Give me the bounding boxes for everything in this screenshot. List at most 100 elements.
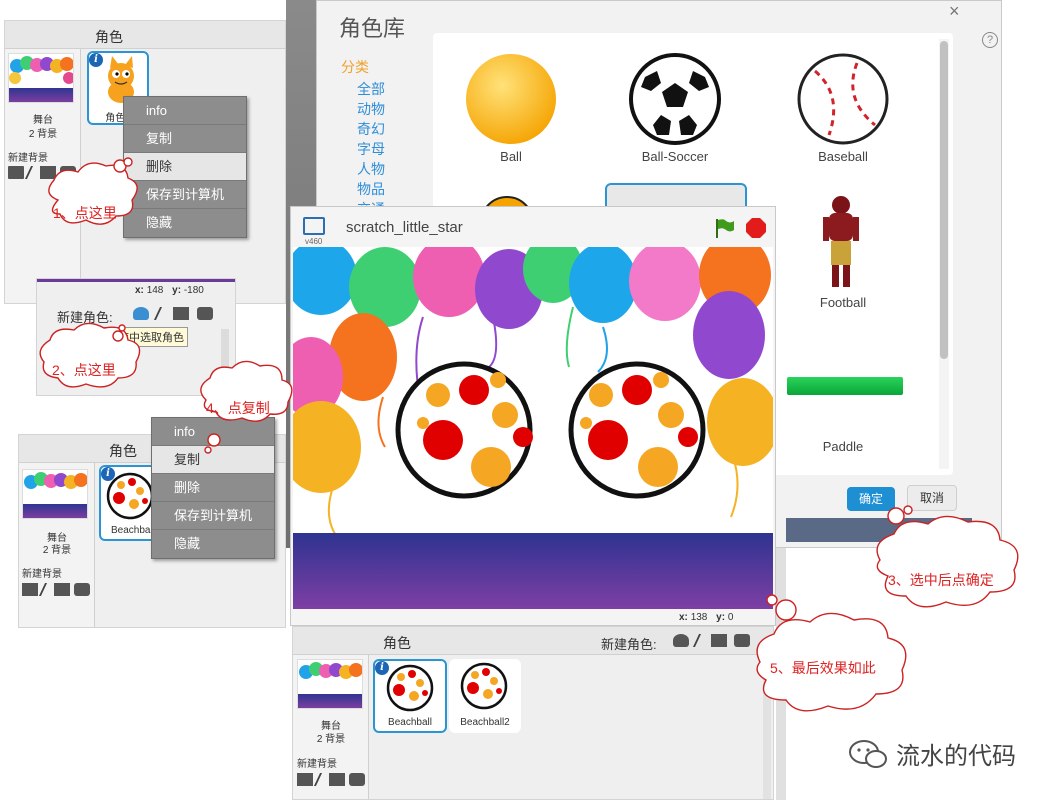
upload-icon[interactable] xyxy=(54,583,70,596)
green-flag-icon[interactable] xyxy=(713,217,735,239)
beachball-sprite-icon xyxy=(106,472,154,520)
soccer-ball-label[interactable]: Ball-Soccer xyxy=(615,149,735,164)
coord-y: -180 xyxy=(183,285,204,296)
category-letters[interactable]: 字母 xyxy=(357,139,385,159)
version-label: v460 xyxy=(305,237,323,246)
coords-readout: x: 148 y: -180 xyxy=(135,285,204,296)
beachball-sprite-icon xyxy=(460,662,508,710)
stage-bottom-bar xyxy=(37,279,235,282)
stop-icon[interactable] xyxy=(745,217,767,239)
category-things[interactable]: 物品 xyxy=(357,179,385,199)
category-animals[interactable]: 动物 xyxy=(357,99,385,119)
sprite-pane-4: 角色 新建角色: 舞台 2 背景 新建背景 i Beachball Beachb… xyxy=(292,626,774,800)
stage-thumbnail[interactable] xyxy=(8,53,74,103)
paddle-thumbnail[interactable] xyxy=(787,377,903,395)
close-icon[interactable]: × xyxy=(949,1,960,22)
sprite-pane-2-scroll[interactable] xyxy=(221,329,229,389)
ball-label[interactable]: Ball xyxy=(451,149,571,164)
paint-brush-icon[interactable] xyxy=(38,583,54,596)
stage-backdrop-count: 2 背景 xyxy=(316,734,346,745)
annotation-4: 4、点复制 xyxy=(206,400,270,416)
camera-icon[interactable] xyxy=(74,583,90,596)
sprite-tile-beachball2[interactable]: Beachball2 xyxy=(449,659,521,733)
wechat-icon xyxy=(849,739,887,768)
sprite-tile-beachball[interactable]: i Beachball xyxy=(373,659,447,733)
help-icon[interactable]: ? xyxy=(982,32,998,48)
menu-item-delete[interactable]: 删除 xyxy=(152,474,274,502)
upload-icon[interactable] xyxy=(329,773,345,786)
camera-icon[interactable] xyxy=(197,307,213,320)
watermark-text: 流水的代码 xyxy=(896,742,1016,770)
backdrop-tools xyxy=(8,166,76,179)
football-player-thumbnail[interactable] xyxy=(811,193,871,293)
menu-item-hide[interactable]: 隐藏 xyxy=(152,530,274,558)
menu-item-delete[interactable]: 删除 xyxy=(124,153,246,181)
image-icon[interactable] xyxy=(22,583,38,596)
backdrop-tools xyxy=(22,583,90,596)
new-sprite-tools xyxy=(673,634,750,647)
upload-icon[interactable] xyxy=(173,307,189,320)
menu-item-info[interactable]: info xyxy=(152,418,274,446)
stage-thumbnail-3[interactable] xyxy=(22,469,88,519)
coord-x: 148 xyxy=(146,285,164,296)
paint-brush-icon[interactable] xyxy=(153,307,169,320)
baseball-label[interactable]: Baseball xyxy=(783,149,903,164)
stage-backdrop-count: 2 背景 xyxy=(42,545,72,556)
sprite-library-icon[interactable] xyxy=(133,307,149,320)
new-backdrop-label: 新建背景 xyxy=(297,759,337,770)
stage-label: 舞台 xyxy=(33,115,53,126)
category-people[interactable]: 人物 xyxy=(357,159,385,179)
stage-window: v460 scratch_little_star x: 138 y: 0 xyxy=(290,206,776,626)
beachball-sprite-icon xyxy=(386,664,434,712)
beachball-sprite-2[interactable] xyxy=(568,361,706,499)
sprite-pane-1-title: 角色 xyxy=(95,29,123,45)
menu-item-duplicate[interactable]: 复制 xyxy=(124,125,246,153)
fullscreen-icon[interactable] xyxy=(303,217,325,235)
sprite-tile-beachball[interactable]: i Beachball xyxy=(99,465,159,541)
new-sprite-label: 新建角色: xyxy=(57,310,113,325)
image-icon[interactable] xyxy=(8,166,24,179)
camera-icon[interactable] xyxy=(734,634,750,647)
upload-icon[interactable] xyxy=(40,166,56,179)
sprite-library-icon[interactable] xyxy=(673,634,689,647)
sprite-pane-3-title: 角色 xyxy=(109,443,137,459)
category-list: 全部 动物 奇幻 字母 人物 物品 交通 xyxy=(357,79,385,219)
soccer-ball-thumbnail[interactable] xyxy=(625,49,725,149)
stage-canvas[interactable] xyxy=(293,247,773,609)
sprite-pane-4-header: 角色 新建角色: xyxy=(293,627,773,655)
annotation-1: 1、点这里 xyxy=(53,205,117,221)
camera-icon[interactable] xyxy=(60,166,76,179)
menu-item-hide[interactable]: 隐藏 xyxy=(124,209,246,237)
menu-item-save[interactable]: 保存到计算机 xyxy=(152,502,274,530)
cancel-button[interactable]: 取消 xyxy=(907,485,957,511)
baseball-thumbnail[interactable] xyxy=(793,49,893,149)
paint-brush-icon[interactable] xyxy=(692,634,708,647)
sprite-pane-4-title: 角色 xyxy=(383,635,411,651)
category-fantasy[interactable]: 奇幻 xyxy=(357,119,385,139)
sprite-name: Beachball xyxy=(111,525,155,536)
sprite-name-1: Beachball xyxy=(388,717,432,728)
ball-thumbnail[interactable] xyxy=(461,49,561,149)
paint-brush-icon[interactable] xyxy=(24,166,40,179)
project-title: scratch_little_star xyxy=(346,219,463,236)
sprite-pane-4-scroll[interactable] xyxy=(763,659,771,799)
camera-icon[interactable] xyxy=(349,773,365,786)
backdrop-tools xyxy=(297,773,365,786)
library-scrollbar-thumb[interactable] xyxy=(940,41,948,359)
watermark: 流水的代码 xyxy=(848,736,1016,771)
menu-item-save[interactable]: 保存到计算机 xyxy=(124,181,246,209)
upload-icon[interactable] xyxy=(711,634,727,647)
paddle-label[interactable]: Paddle xyxy=(783,439,903,454)
library-title: 角色库 xyxy=(339,16,406,41)
stage-thumbnail-4[interactable] xyxy=(297,659,363,709)
football-label[interactable]: Football xyxy=(783,295,903,310)
image-icon[interactable] xyxy=(297,773,313,786)
paint-brush-icon[interactable] xyxy=(313,773,329,786)
ok-button[interactable]: 确定 xyxy=(847,487,895,511)
new-backdrop-label: 新建背景 xyxy=(8,153,48,164)
beachball-sprite-1[interactable] xyxy=(395,361,533,499)
menu-item-info[interactable]: info xyxy=(124,97,246,125)
new-backdrop-label: 新建背景 xyxy=(22,569,62,580)
menu-item-duplicate[interactable]: 复制 xyxy=(152,446,274,474)
category-all[interactable]: 全部 xyxy=(357,79,385,99)
